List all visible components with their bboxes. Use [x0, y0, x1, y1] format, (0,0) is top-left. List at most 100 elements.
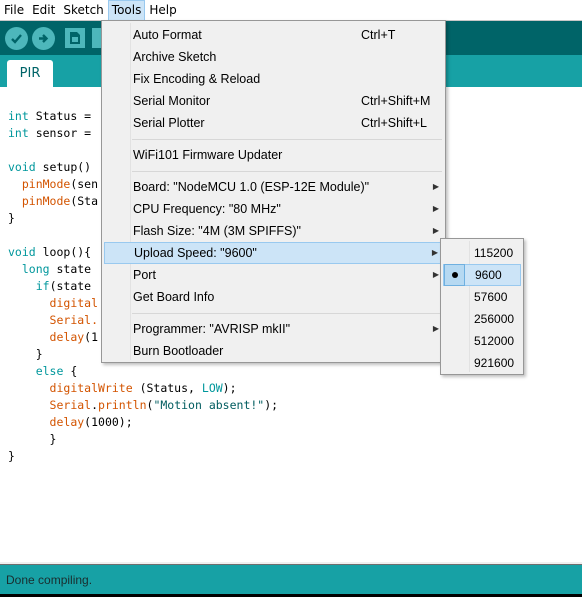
menu-item-serial-monitor[interactable]: Serial Monitor Ctrl+Shift+M [104, 90, 443, 112]
menu-item-wifi101-firmware-updater[interactable]: WiFi101 Firmware Updater [104, 144, 443, 166]
menu-sketch[interactable]: Sketch [59, 0, 107, 21]
code-token: (1 [84, 330, 99, 344]
new-file-icon [70, 32, 80, 44]
upload-speed-option[interactable]: 921600 [443, 352, 521, 374]
menu-item-burn-bootloader[interactable]: Burn Bootloader [104, 340, 443, 362]
menu-item-label: Burn Bootloader [133, 344, 224, 358]
upload-speed-option[interactable]: 512000 [443, 330, 521, 352]
code-token: ); [264, 398, 279, 412]
menu-item-get-board-info[interactable]: Get Board Info [104, 286, 443, 308]
new-button[interactable] [65, 28, 85, 48]
code-token: (1000); [84, 415, 133, 429]
menu-item-label: Auto Format [133, 28, 202, 42]
code-token: state [49, 262, 92, 276]
code-keyword: LOW [201, 381, 223, 395]
menu-item-auto-format[interactable]: Auto Format Ctrl+T [104, 24, 443, 46]
menu-separator [132, 313, 442, 314]
option-label: 57600 [474, 290, 508, 304]
code-line: digitalWrite (Status, LOW); [8, 380, 278, 397]
code-token: { [63, 364, 78, 378]
code-token: (state [49, 279, 92, 293]
code-function: digital [49, 296, 99, 310]
radio-selected-icon [444, 264, 465, 286]
upload-speed-option[interactable]: 57600 [443, 286, 521, 308]
menu-item-board-nodemcu-1-0-esp-12e-module[interactable]: Board: "NodeMCU 1.0 (ESP-12E Module)" ▶ [104, 176, 443, 198]
code-line: else { [8, 363, 278, 380]
menu-item-label: Get Board Info [133, 290, 215, 304]
menu-item-upload-speed-9600[interactable]: Upload Speed: "9600" ▶ [104, 242, 443, 264]
code-line: } [8, 431, 278, 448]
menu-item-fix-encoding-reload[interactable]: Fix Encoding & Reload [104, 68, 443, 90]
code-keyword: void [8, 245, 36, 259]
tools-menu: Auto Format Ctrl+T Archive Sketch Fix Encod… [101, 20, 446, 363]
menu-item-cpu-frequency-80-mhz[interactable]: CPU Frequency: "80 MHz" ▶ [104, 198, 443, 220]
menu-item-label: Fix Encoding & Reload [133, 72, 261, 86]
menu-item-label: WiFi101 Firmware Updater [133, 148, 283, 162]
menu-item-label: Flash Size: "4M (3M SPIFFS)" [133, 224, 301, 238]
code-function: pinMode [21, 194, 71, 208]
option-label: 115200 [474, 246, 514, 260]
code-token: (Status, [132, 381, 202, 395]
code-token: (Sta [70, 194, 99, 208]
code-function: Serial. [49, 313, 99, 327]
code-keyword: int [8, 126, 29, 140]
menu-item-flash-size-4m-3m-spiffs[interactable]: Flash Size: "4M (3M SPIFFS)" ▶ [104, 220, 443, 242]
menu-help[interactable]: Help [145, 0, 180, 21]
menu-item-programmer-avrisp-mkii[interactable]: Programmer: "AVRISP mkII" ▶ [104, 318, 443, 340]
code-string: "Motion absent!" [153, 398, 265, 412]
code-keyword: long [21, 262, 50, 276]
menu-separator [132, 139, 442, 140]
menu-item-serial-plotter[interactable]: Serial Plotter Ctrl+Shift+L [104, 112, 443, 134]
code-line: } [8, 448, 278, 465]
submenu-arrow-icon: ▶ [432, 182, 439, 191]
submenu-arrow-icon: ▶ [431, 248, 438, 257]
menu-item-shortcut: Ctrl+T [361, 28, 396, 42]
menu-item-port[interactable]: Port ▶ [104, 264, 443, 286]
code-token: setup() [35, 160, 92, 174]
code-line: delay(1000); [8, 414, 278, 431]
option-label: 512000 [474, 334, 515, 348]
menu-file[interactable]: File [0, 0, 28, 21]
upload-speed-option[interactable]: 9600 [443, 264, 521, 286]
menu-edit[interactable]: Edit [28, 0, 59, 21]
verify-button[interactable] [5, 27, 28, 50]
option-label: 921600 [474, 356, 515, 370]
menu-item-label: Port [133, 268, 156, 282]
code-token: } [8, 211, 15, 225]
code-token: Status = [28, 109, 99, 123]
code-function: println [98, 398, 147, 412]
menu-item-label: Upload Speed: "9600" [134, 246, 257, 260]
upload-speed-option[interactable]: 115200 [443, 242, 521, 264]
menu-item-archive-sketch[interactable]: Archive Sketch [104, 46, 443, 68]
upload-button[interactable] [32, 27, 55, 50]
menu-item-label: Serial Monitor [133, 94, 211, 108]
submenu-arrow-icon: ▶ [432, 324, 439, 333]
code-token: (sen [70, 177, 99, 191]
menu-item-shortcut: Ctrl+Shift+M [361, 94, 431, 108]
code-function: delay [49, 330, 85, 344]
code-token: ); [222, 381, 237, 395]
code-token: sensor = [28, 126, 99, 140]
code-token: } [8, 432, 57, 446]
submenu-arrow-icon: ▶ [432, 226, 439, 235]
menu-tools[interactable]: Tools [107, 0, 146, 21]
menu-bar: File Edit Sketch Tools Help [0, 0, 582, 21]
menu-item-label: Serial Plotter [133, 116, 205, 130]
upload-speed-option[interactable]: 256000 [443, 308, 521, 330]
code-keyword: int [8, 109, 29, 123]
code-function: digitalWrite [49, 381, 133, 395]
code-line: Serial.println("Motion absent!"); [8, 397, 279, 414]
submenu-arrow-icon: ▶ [432, 204, 439, 213]
tab-pir[interactable]: PIR [7, 60, 53, 87]
bullet-icon [451, 272, 458, 278]
code-keyword: if [35, 279, 50, 293]
option-label: 9600 [475, 268, 502, 282]
code-keyword: else [35, 364, 64, 378]
